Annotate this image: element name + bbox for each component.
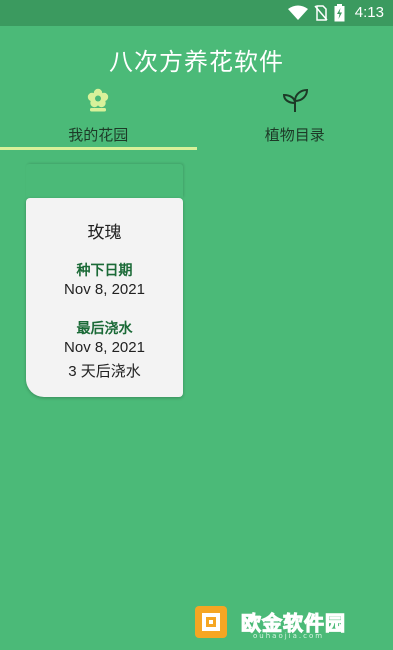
app-screen: 4:13 八次方养花软件 我的花园 植物目录 玫瑰 种下日期 Nov 8, 20… bbox=[0, 0, 393, 650]
card-header-strip bbox=[26, 164, 183, 198]
tab-bar: 我的花园 植物目录 bbox=[0, 84, 393, 150]
tab-plant-catalog[interactable]: 植物目录 bbox=[197, 84, 393, 150]
planted-date-label: 种下日期 bbox=[76, 263, 133, 279]
app-title: 八次方养花软件 bbox=[109, 48, 284, 76]
status-icons bbox=[288, 4, 345, 22]
tab-my-garden[interactable]: 我的花园 bbox=[0, 84, 197, 150]
watermark: 欧金软件园 ouhaojia.com bbox=[193, 604, 385, 640]
app-header: 八次方养花软件 我的花园 植物目录 bbox=[0, 26, 393, 150]
plant-card[interactable]: 玫瑰 种下日期 Nov 8, 2021 最后浇水 Nov 8, 2021 3 天… bbox=[26, 198, 183, 397]
last-watered-label: 最后浇水 bbox=[76, 321, 133, 337]
flower-icon bbox=[88, 88, 109, 112]
tab-label-my-garden: 我的花园 bbox=[68, 126, 129, 144]
garden-content: 玫瑰 种下日期 Nov 8, 2021 最后浇水 Nov 8, 2021 3 天… bbox=[0, 150, 393, 650]
plant-name: 玫瑰 bbox=[87, 223, 122, 243]
last-watered-value: Nov 8, 2021 bbox=[64, 339, 145, 356]
planted-date-value: Nov 8, 2021 bbox=[64, 281, 145, 298]
tab-label-plant-catalog: 植物目录 bbox=[264, 126, 325, 144]
no-sim-icon bbox=[314, 5, 328, 21]
watermark-url: ouhaojia.com bbox=[253, 632, 325, 640]
next-water-text: 3 天后浇水 bbox=[68, 363, 141, 380]
watermark-logo-icon bbox=[195, 606, 227, 638]
status-bar: 4:13 bbox=[0, 0, 393, 26]
status-time: 4:13 bbox=[354, 4, 384, 21]
sprout-icon bbox=[282, 88, 308, 112]
wifi-icon bbox=[288, 5, 308, 20]
battery-charging-icon bbox=[334, 4, 345, 22]
